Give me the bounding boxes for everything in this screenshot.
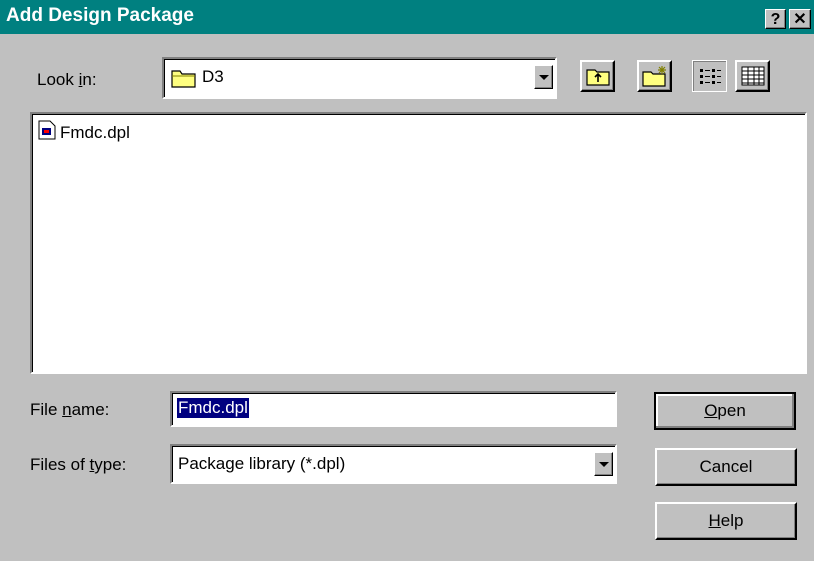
file-name-input[interactable]: Fmdc.dpl bbox=[170, 391, 617, 427]
title-bar[interactable]: Add Design Package ? ✕ bbox=[0, 0, 814, 34]
list-item[interactable]: Fmdc.dpl bbox=[38, 120, 130, 145]
file-name-value: Fmdc.dpl bbox=[177, 398, 249, 418]
details-view-icon bbox=[741, 66, 764, 86]
file-name-label: File name: bbox=[30, 400, 110, 419]
up-folder-icon bbox=[585, 69, 610, 86]
look-in-value: D3 bbox=[202, 67, 224, 86]
up-one-level-button[interactable] bbox=[580, 60, 615, 92]
look-in-combo[interactable]: D3 bbox=[162, 57, 557, 99]
file-list[interactable]: Fmdc.dpl bbox=[30, 112, 807, 374]
chevron-down-icon bbox=[598, 461, 609, 467]
look-in-dropdown-arrow[interactable] bbox=[534, 65, 553, 89]
new-folder-icon bbox=[641, 66, 666, 87]
new-folder-button[interactable] bbox=[637, 60, 672, 92]
file-type-dropdown-arrow[interactable] bbox=[594, 452, 613, 476]
help-caption-button[interactable]: ? bbox=[765, 9, 786, 29]
file-type-combo[interactable]: Package library (*.dpl) bbox=[170, 444, 617, 484]
cancel-button[interactable]: Cancel bbox=[655, 448, 797, 486]
open-button[interactable]: Open bbox=[654, 392, 796, 430]
look-in-label: Look in: bbox=[37, 70, 97, 89]
list-view-icon bbox=[699, 69, 721, 84]
file-type-label: Files of type: bbox=[30, 455, 127, 474]
file-type-value: Package library (*.dpl) bbox=[178, 454, 346, 473]
window-title: Add Design Package bbox=[6, 5, 194, 26]
folder-icon bbox=[170, 65, 198, 94]
list-view-button[interactable] bbox=[692, 60, 727, 92]
chevron-down-icon bbox=[538, 74, 549, 80]
help-button[interactable]: Help bbox=[655, 502, 797, 540]
package-file-icon bbox=[38, 120, 56, 145]
close-button[interactable]: ✕ bbox=[789, 9, 811, 29]
file-item-name: Fmdc.dpl bbox=[60, 122, 130, 142]
details-view-button[interactable] bbox=[735, 60, 770, 92]
